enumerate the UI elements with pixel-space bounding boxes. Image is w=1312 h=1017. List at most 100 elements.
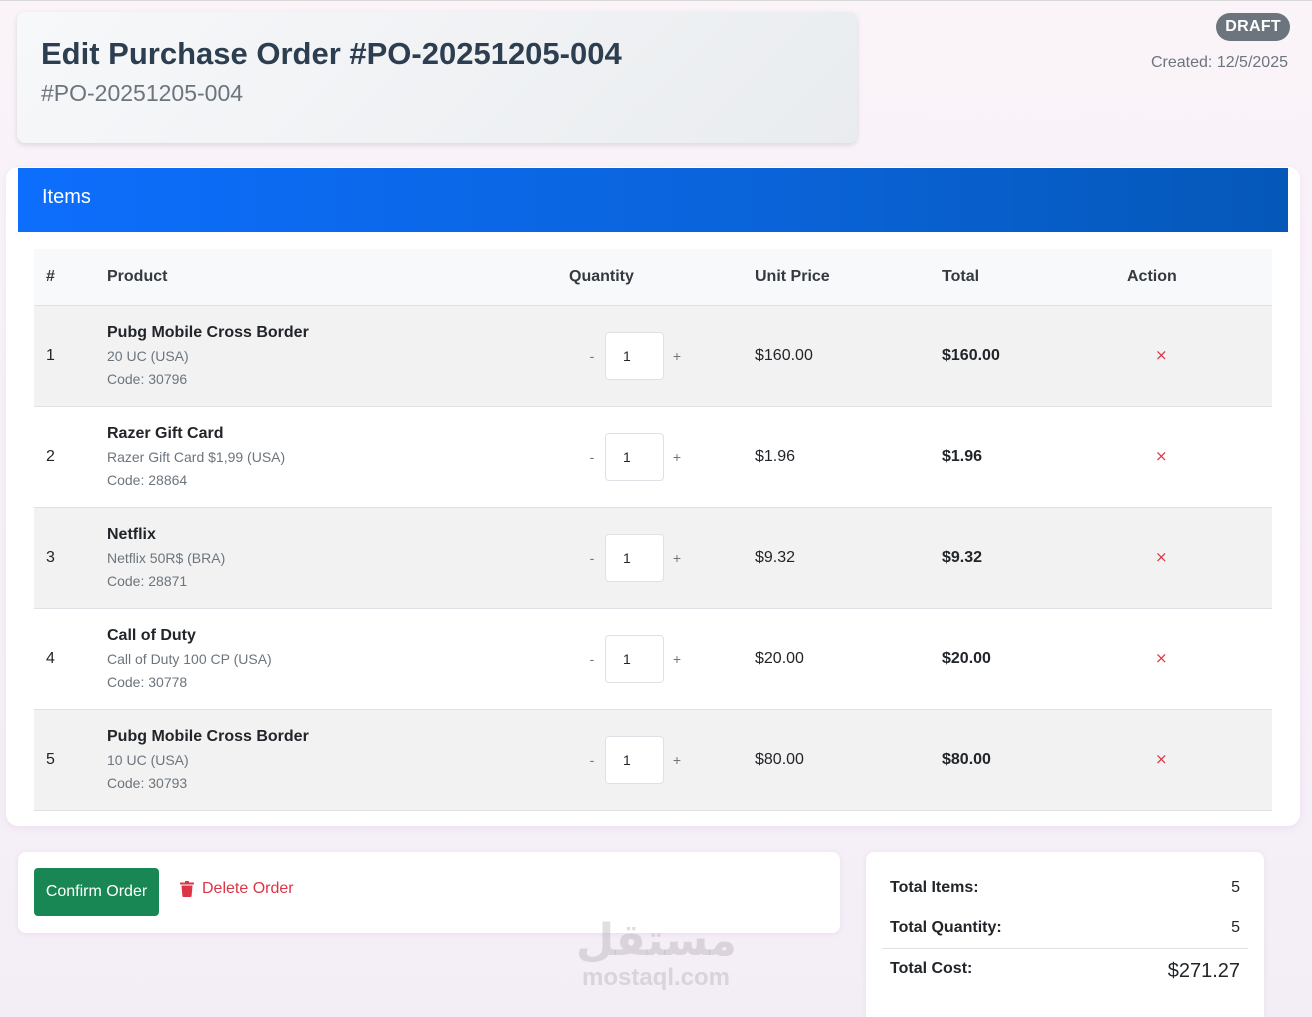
decrease-quantity-button[interactable]: - [579, 341, 605, 371]
line-total: $160.00 [942, 346, 1000, 364]
product-cell: Razer Gift Card Razer Gift Card $1,99 (U… [107, 406, 569, 507]
total-cost-label: Total Cost: [890, 960, 973, 977]
trash-icon [180, 881, 194, 897]
unit-price: $9.32 [755, 548, 796, 566]
action-cell: × [1103, 709, 1272, 810]
product-code: Code: 30793 [107, 774, 188, 791]
quantity-cell: - + [569, 305, 755, 406]
unit-price: $80.00 [755, 750, 804, 768]
quantity-input[interactable] [605, 331, 664, 380]
table-row: 1 Pubg Mobile Cross Border 20 UC (USA) C… [34, 305, 1272, 406]
product-code: Code: 30796 [107, 370, 188, 387]
decrease-quantity-button[interactable]: - [579, 442, 605, 472]
table-row: 5 Pubg Mobile Cross Border 10 UC (USA) C… [34, 709, 1272, 810]
quantity-input[interactable] [605, 432, 664, 481]
increase-quantity-button[interactable]: + [664, 745, 690, 775]
line-total: $9.32 [942, 548, 983, 566]
line-total: $80.00 [942, 750, 991, 768]
column-header-total: Total [942, 249, 1103, 306]
decrease-quantity-button[interactable]: - [579, 644, 605, 674]
quantity-input[interactable] [605, 533, 664, 582]
product-description: Razer Gift Card $1,99 (USA) [107, 448, 286, 465]
column-header-action: Action [1103, 249, 1272, 306]
table-row: 3 Netflix Netflix 50R$ (BRA) Code: 28871… [34, 507, 1272, 608]
decrease-quantity-button[interactable]: - [579, 745, 605, 775]
page-header: Edit Purchase Order #PO-20251205-004 #PO… [17, 12, 857, 143]
row-number: 1 [46, 346, 55, 364]
action-cell: × [1103, 305, 1272, 406]
remove-item-button[interactable]: × [1155, 548, 1168, 566]
total-quantity-label: Total Quantity: [890, 919, 1002, 936]
row-number: 3 [46, 548, 55, 566]
decrease-quantity-button[interactable]: - [579, 543, 605, 573]
summary-total-quantity: Total Quantity: 5 [890, 919, 1240, 937]
unit-price: $20.00 [755, 649, 804, 667]
product-cell: Call of Duty Call of Duty 100 CP (USA) C… [107, 608, 569, 709]
status-badge: DRAFT [1216, 13, 1290, 41]
delete-order-label: Delete Order [202, 880, 294, 897]
product-name: Netflix [107, 525, 156, 543]
action-cell: × [1103, 507, 1272, 608]
unit-price: $1.96 [755, 447, 796, 465]
product-description: Netflix 50R$ (BRA) [107, 549, 226, 566]
remove-item-button[interactable]: × [1155, 750, 1168, 768]
summary-total-items: Total Items: 5 [890, 879, 1240, 897]
increase-quantity-button[interactable]: + [664, 442, 690, 472]
quantity-stepper: - + [579, 735, 755, 784]
row-number: 5 [46, 750, 55, 768]
confirm-order-button[interactable]: Confirm Order [34, 868, 159, 916]
order-number: #PO-20251205-004 [41, 80, 244, 106]
remove-item-button[interactable]: × [1155, 447, 1168, 465]
delete-order-button[interactable]: Delete Order [180, 880, 294, 898]
page-title: Edit Purchase Order #PO-20251205-004 [41, 36, 622, 71]
product-name: Razer Gift Card [107, 424, 224, 442]
product-description: Call of Duty 100 CP (USA) [107, 650, 272, 667]
action-cell: × [1103, 608, 1272, 709]
column-header-unit-price: Unit Price [755, 249, 942, 306]
increase-quantity-button[interactable]: + [664, 341, 690, 371]
summary-divider [882, 948, 1248, 949]
column-header-quantity: Quantity [569, 249, 755, 306]
items-table: # Product Quantity Unit Price Total Acti… [34, 249, 1272, 811]
quantity-input[interactable] [605, 735, 664, 784]
remove-item-button[interactable]: × [1155, 346, 1168, 364]
quantity-cell: - + [569, 406, 755, 507]
table-row: 4 Call of Duty Call of Duty 100 CP (USA)… [34, 608, 1272, 709]
total-items-label: Total Items: [890, 879, 979, 896]
product-code: Code: 30778 [107, 673, 188, 690]
items-header: Items [18, 168, 1288, 232]
row-number: 2 [46, 447, 55, 465]
created-date: Created: 12/5/2025 [1151, 54, 1288, 71]
increase-quantity-button[interactable]: + [664, 543, 690, 573]
total-quantity-value: 5 [1231, 919, 1240, 936]
product-description: 10 UC (USA) [107, 751, 189, 768]
unit-price: $160.00 [755, 346, 813, 364]
product-code: Code: 28871 [107, 572, 188, 589]
quantity-cell: - + [569, 507, 755, 608]
product-code: Code: 28864 [107, 471, 188, 488]
quantity-cell: - + [569, 709, 755, 810]
product-description: 20 UC (USA) [107, 347, 189, 364]
quantity-stepper: - + [579, 331, 755, 380]
total-cost-value: $271.27 [1167, 960, 1240, 982]
product-cell: Pubg Mobile Cross Border 20 UC (USA) Cod… [107, 305, 569, 406]
column-header-product: Product [107, 249, 569, 306]
total-items-value: 5 [1231, 879, 1240, 896]
quantity-input[interactable] [605, 634, 664, 683]
product-name: Pubg Mobile Cross Border [107, 323, 309, 341]
line-total: $1.96 [942, 447, 983, 465]
action-cell: × [1103, 406, 1272, 507]
order-summary: Total Items: 5 Total Quantity: 5 Total C… [866, 852, 1264, 1017]
order-actions: Confirm Order Delete Order [18, 852, 840, 933]
table-row: 2 Razer Gift Card Razer Gift Card $1,99 … [34, 406, 1272, 507]
column-header-number: # [34, 249, 107, 306]
remove-item-button[interactable]: × [1155, 649, 1168, 667]
summary-total-cost: Total Cost: $271.27 [890, 960, 1240, 983]
quantity-stepper: - + [579, 533, 755, 582]
product-name: Pubg Mobile Cross Border [107, 727, 309, 745]
product-name: Call of Duty [107, 626, 196, 644]
watermark-text: mostaql.com [581, 964, 731, 991]
increase-quantity-button[interactable]: + [664, 644, 690, 674]
quantity-cell: - + [569, 608, 755, 709]
line-total: $20.00 [942, 649, 991, 667]
